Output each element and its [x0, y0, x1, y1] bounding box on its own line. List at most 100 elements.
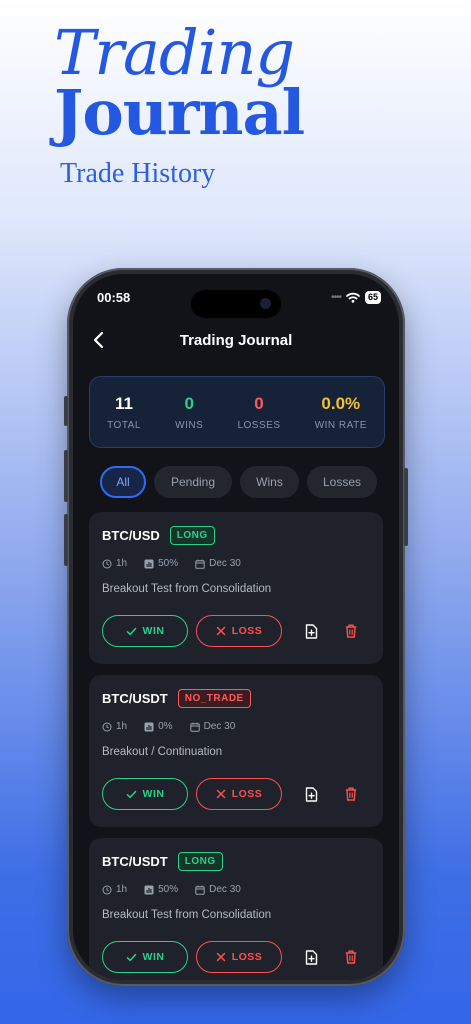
trade-card[interactable]: BTC/USDT LONG 1h 50% Dec 30 Breakout Tes… — [89, 838, 383, 980]
file-plus-icon — [305, 949, 317, 965]
trade-direction-badge: NO_TRADE — [177, 689, 251, 708]
phone-volume-up — [64, 450, 68, 502]
trade-timeframe: 1h — [116, 721, 128, 732]
status-bar: 00:58 •••• 65 — [73, 288, 399, 318]
delete-button[interactable] — [342, 622, 360, 640]
trade-card[interactable]: BTC/USDT NO_TRADE 1h 0% Dec 30 Breakout … — [89, 675, 383, 827]
trade-meta: 1h 0% Dec 30 — [102, 721, 235, 732]
add-note-button[interactable] — [302, 948, 320, 966]
loss-button[interactable]: LOSS — [196, 941, 282, 973]
battery-icon: 65 — [364, 291, 381, 304]
stat-value: 11 — [115, 393, 133, 413]
add-note-button[interactable] — [302, 785, 320, 803]
app-screen: 00:58 •••• 65 Trading Journal 11 TOTAL 0… — [73, 274, 399, 980]
dynamic-island — [191, 290, 281, 318]
win-button[interactable]: WIN — [102, 615, 188, 647]
phone-power-button — [404, 468, 408, 546]
clock-icon — [102, 722, 112, 731]
page-title: Trading Journal — [179, 332, 293, 349]
delete-button[interactable] — [342, 785, 360, 803]
check-icon — [126, 627, 136, 635]
loss-label: LOSS — [231, 951, 263, 963]
bar-chart-icon — [144, 559, 154, 568]
stat-wins: 0 WINS — [175, 394, 203, 431]
trade-pair: BTC/USD — [102, 528, 160, 543]
stat-value: 0.0% — [321, 393, 361, 413]
stat-label: TOTAL — [107, 419, 141, 431]
win-label: WIN — [142, 788, 165, 800]
phone-volume-down — [64, 514, 68, 566]
hero-title-line1: Trading — [54, 16, 295, 89]
trade-date: Dec 30 — [209, 558, 241, 569]
trade-card[interactable]: BTC/USD LONG 1h 50% Dec 30 Breakout Test… — [89, 512, 383, 664]
trade-meta: 1h 50% Dec 30 — [102, 558, 241, 569]
loss-button[interactable]: LOSS — [196, 615, 282, 647]
hero-title-line2: Journal — [54, 76, 305, 149]
close-icon — [216, 789, 225, 799]
trade-description: Breakout Test from Consolidation — [102, 909, 272, 921]
loss-label: LOSS — [231, 788, 263, 800]
bar-chart-icon — [144, 722, 154, 731]
status-time: 00:58 — [97, 290, 131, 305]
loss-button[interactable]: LOSS — [196, 778, 282, 810]
stat-label: WIN RATE — [314, 419, 367, 431]
filter-pending[interactable]: Pending — [154, 466, 232, 498]
win-button[interactable]: WIN — [102, 941, 188, 973]
add-note-button[interactable] — [302, 622, 320, 640]
trade-header: BTC/USD LONG — [102, 526, 215, 545]
win-label: WIN — [142, 625, 165, 637]
trade-date: Dec 30 — [203, 721, 236, 732]
camera-icon — [260, 298, 271, 309]
win-label: WIN — [142, 951, 165, 963]
stat-losses: 0 LOSSES — [237, 394, 280, 431]
trade-direction-badge: LONG — [169, 526, 215, 545]
bar-chart-icon — [144, 885, 154, 894]
filter-losses[interactable]: Losses — [307, 466, 377, 498]
trade-pair: BTC/USDT — [102, 691, 168, 706]
win-button[interactable]: WIN — [102, 778, 188, 810]
nav-bar: Trading Journal — [73, 326, 399, 356]
file-plus-icon — [305, 786, 317, 802]
stat-total: 11 TOTAL — [107, 394, 141, 431]
calendar-icon — [195, 885, 205, 895]
trade-pair: BTC/USDT — [102, 854, 168, 869]
close-icon — [216, 626, 225, 636]
hero-subtitle: Trade History — [60, 158, 216, 189]
trash-icon — [345, 787, 357, 801]
trade-description: Breakout / Continuation — [102, 746, 223, 758]
trade-header: BTC/USDT NO_TRADE — [102, 689, 251, 708]
trade-date: Dec 30 — [209, 884, 241, 895]
trade-direction-badge: LONG — [177, 852, 223, 871]
wifi-icon — [346, 292, 360, 303]
delete-button[interactable] — [342, 948, 360, 966]
trash-icon — [345, 624, 357, 638]
clock-icon — [102, 885, 112, 894]
trade-actions: WIN LOSS — [102, 778, 360, 810]
stat-value: 0 — [184, 393, 194, 413]
trade-header: BTC/USDT LONG — [102, 852, 223, 871]
trash-icon — [345, 950, 357, 964]
filter-all[interactable]: All — [100, 466, 146, 498]
filter-wins[interactable]: Wins — [240, 466, 299, 498]
filter-tabs: All Pending Wins Losses — [100, 466, 377, 498]
stat-value: 0 — [254, 393, 264, 413]
file-plus-icon — [305, 623, 317, 639]
stat-label: LOSSES — [237, 419, 281, 431]
stats-summary: 11 TOTAL 0 WINS 0 LOSSES 0.0% WIN RATE — [89, 376, 385, 448]
trade-actions: WIN LOSS — [102, 615, 360, 647]
hero-header: Trading Journal Trade History — [54, 16, 305, 190]
close-icon — [216, 952, 225, 962]
phone-frame: 00:58 •••• 65 Trading Journal 11 TOTAL 0… — [64, 268, 408, 986]
loss-label: LOSS — [231, 625, 263, 637]
stat-label: WINS — [175, 419, 204, 431]
trade-actions: WIN LOSS — [102, 941, 360, 973]
trade-description: Breakout Test from Consolidation — [102, 583, 272, 595]
phone-action-button — [64, 396, 68, 426]
trade-timeframe: 1h — [116, 558, 128, 569]
stat-win-rate: 0.0% WIN RATE — [315, 394, 367, 431]
status-indicators: •••• 65 — [331, 291, 381, 304]
trade-meta: 1h 50% Dec 30 — [102, 884, 241, 895]
trade-size: 0% — [158, 721, 173, 732]
trade-size: 50% — [158, 884, 179, 895]
signal-icon: •••• — [330, 292, 342, 303]
